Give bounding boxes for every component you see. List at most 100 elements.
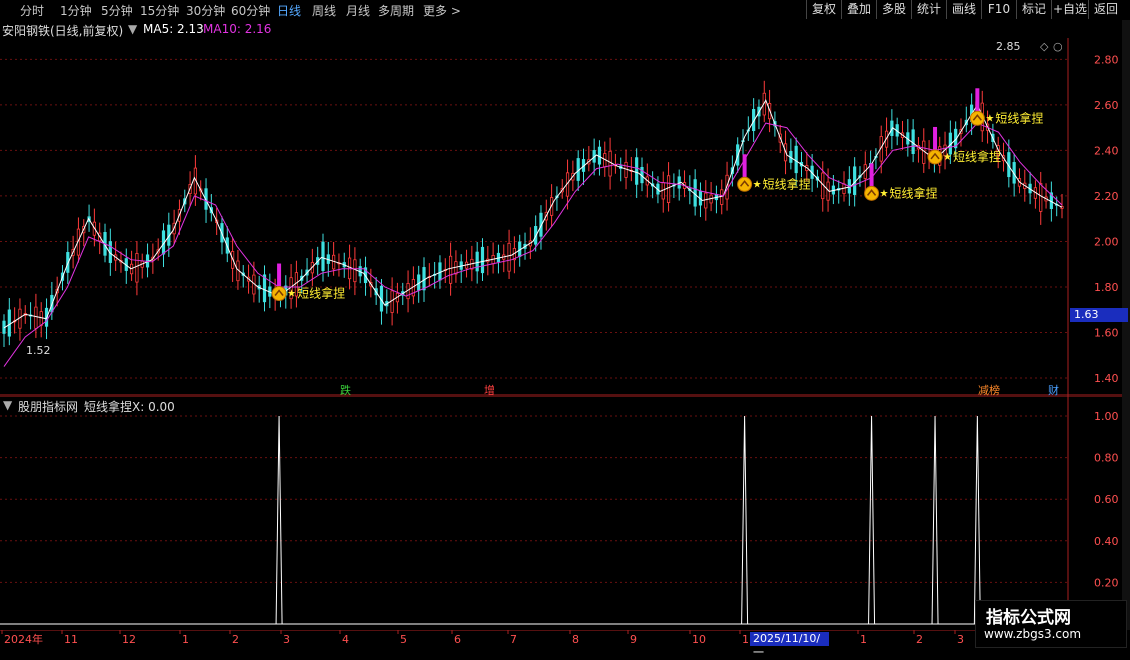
- settings-circle-icon[interactable]: ▼: [128, 22, 137, 36]
- sub-y-tick: 0.80: [1094, 452, 1119, 465]
- period-desc: (日线,前复权): [50, 24, 124, 38]
- time-label: 2: [916, 633, 923, 646]
- signal-star-icon: ★: [985, 113, 994, 124]
- diamond-icon[interactable]: ◇: [1040, 40, 1049, 53]
- time-label: 12: [122, 633, 136, 646]
- ma10-label: MA10: 2.16: [203, 22, 272, 36]
- overlay-button[interactable]: 叠加: [841, 0, 876, 19]
- tab-intraday[interactable]: 分时: [20, 2, 44, 19]
- signal-label: 短线拿捏: [763, 176, 811, 191]
- tab-15min[interactable]: 15分钟: [140, 2, 179, 19]
- candlestick-chart[interactable]: ★ 短线拿捏★ 短线拿捏★ 短线拿捏★ 短线拿捏★ 短线拿捏 2.802.602.402.…: [0, 38, 1122, 396]
- candle-body: [794, 145, 798, 174]
- main-y-tick: 1.60: [1094, 326, 1119, 339]
- time-label: 2024年: [4, 632, 43, 646]
- candle-body: [262, 274, 267, 303]
- candle-body: [624, 161, 628, 178]
- tab-60min[interactable]: 60分钟: [231, 2, 270, 19]
- signal-bar: [975, 88, 980, 115]
- adjust-button[interactable]: 复权: [806, 0, 841, 19]
- tab-more[interactable]: 更多 >: [423, 2, 461, 19]
- time-label: 4: [342, 633, 349, 646]
- tab-weekly[interactable]: 周线: [312, 2, 336, 19]
- candle-body: [438, 262, 442, 281]
- candle-body: [666, 175, 671, 203]
- signal-icon[interactable]: [271, 286, 287, 302]
- candle-body: [480, 246, 485, 274]
- tab-more-label: 更多: [423, 4, 448, 18]
- candle-body: [39, 311, 43, 326]
- signal-icon[interactable]: [864, 185, 880, 201]
- time-axis: 2024年 11 12 1 2 3 4 5 6 7 8 9 10 11 1 2 3: [0, 630, 1068, 646]
- signal-bar: [869, 163, 874, 190]
- signal-star-icon: ★: [753, 179, 762, 190]
- main-y-tick: 2.00: [1094, 235, 1119, 248]
- signal-icon[interactable]: [927, 149, 943, 165]
- current-price-tag: 1.63: [1070, 308, 1128, 322]
- sub-y-tick: 1.00: [1094, 410, 1119, 423]
- signal-star-icon: ★: [287, 289, 296, 300]
- candle-body: [353, 259, 357, 283]
- candle-body: [390, 290, 394, 313]
- candle-body: [693, 179, 697, 207]
- signal-label: 短线拿捏: [995, 110, 1043, 125]
- period-toolbar: 分时 1分钟 5分钟 15分钟 30分钟 60分钟 日线 周线 月线 多周期 更…: [0, 0, 1130, 19]
- signal-label: 短线拿捏: [953, 149, 1001, 164]
- candle-body: [135, 253, 139, 283]
- signal-bar: [277, 263, 282, 290]
- time-label: 8: [572, 633, 579, 646]
- signal-star-icon: ★: [880, 188, 889, 199]
- time-label: 1: [860, 633, 867, 646]
- low-marker: 1.52: [26, 344, 51, 357]
- candle-body: [507, 242, 511, 272]
- stock-name: 安阳钢铁: [2, 24, 51, 38]
- tab-daily[interactable]: 日线: [277, 2, 301, 19]
- tab-multi-period[interactable]: 多周期: [378, 2, 414, 19]
- time-label: 11: [64, 633, 78, 646]
- candle-body: [1039, 183, 1043, 212]
- sub-y-tick: 0.40: [1094, 535, 1119, 548]
- candle-body: [448, 255, 453, 284]
- main-y-tick: 2.60: [1094, 99, 1119, 112]
- tab-5min[interactable]: 5分钟: [101, 2, 133, 19]
- tab-30min[interactable]: 30分钟: [186, 2, 225, 19]
- main-y-tick: 1.40: [1094, 372, 1119, 385]
- tab-monthly[interactable]: 月线: [346, 2, 370, 19]
- cursor-date-box: 2025/11/10/一: [750, 632, 829, 659]
- main-y-tick: 2.80: [1094, 53, 1119, 66]
- indicator-chart[interactable]: 1.00 0.80 0.60 0.40 0.20: [0, 396, 1122, 630]
- time-label: 10: [692, 633, 706, 646]
- mark-button[interactable]: 标记: [1016, 0, 1051, 19]
- candle-body: [911, 129, 915, 154]
- sub-y-tick: 0.60: [1094, 493, 1119, 506]
- back-button[interactable]: 返回: [1088, 0, 1123, 19]
- signal-bar: [933, 126, 938, 153]
- candle-body: [635, 157, 639, 185]
- ma5-label: MA5: 2.13: [143, 22, 204, 36]
- candle-body: [720, 189, 724, 205]
- signal-icon[interactable]: [737, 176, 753, 192]
- high-marker: 2.85: [996, 40, 1021, 53]
- candle-body: [704, 192, 708, 209]
- multi-stock-button[interactable]: 多股: [876, 0, 911, 19]
- f10-button[interactable]: F10: [981, 0, 1016, 19]
- circle-icon[interactable]: ○: [1053, 40, 1063, 53]
- candle-body: [422, 267, 426, 291]
- signal-label: 短线拿捏: [297, 286, 345, 301]
- time-label: 7: [510, 633, 517, 646]
- statistics-button[interactable]: 统计: [911, 0, 946, 19]
- main-y-tick: 2.40: [1094, 144, 1119, 157]
- signal-icon[interactable]: [969, 110, 985, 126]
- right-scroll-strip[interactable]: [1122, 20, 1130, 630]
- time-label: 3: [283, 633, 290, 646]
- time-label: 9: [630, 633, 637, 646]
- signal-label: 短线拿捏: [890, 185, 938, 200]
- indicator-spikes: [275, 415, 981, 625]
- watermark-title: 指标公式网: [986, 608, 1071, 628]
- candle-body: [475, 251, 479, 272]
- add-watchlist-button[interactable]: +自选: [1051, 0, 1088, 19]
- main-y-tick: 2.20: [1094, 190, 1119, 203]
- main-y-tick: 1.80: [1094, 281, 1119, 294]
- draw-line-button[interactable]: 画线: [946, 0, 981, 19]
- tab-1min[interactable]: 1分钟: [60, 2, 92, 19]
